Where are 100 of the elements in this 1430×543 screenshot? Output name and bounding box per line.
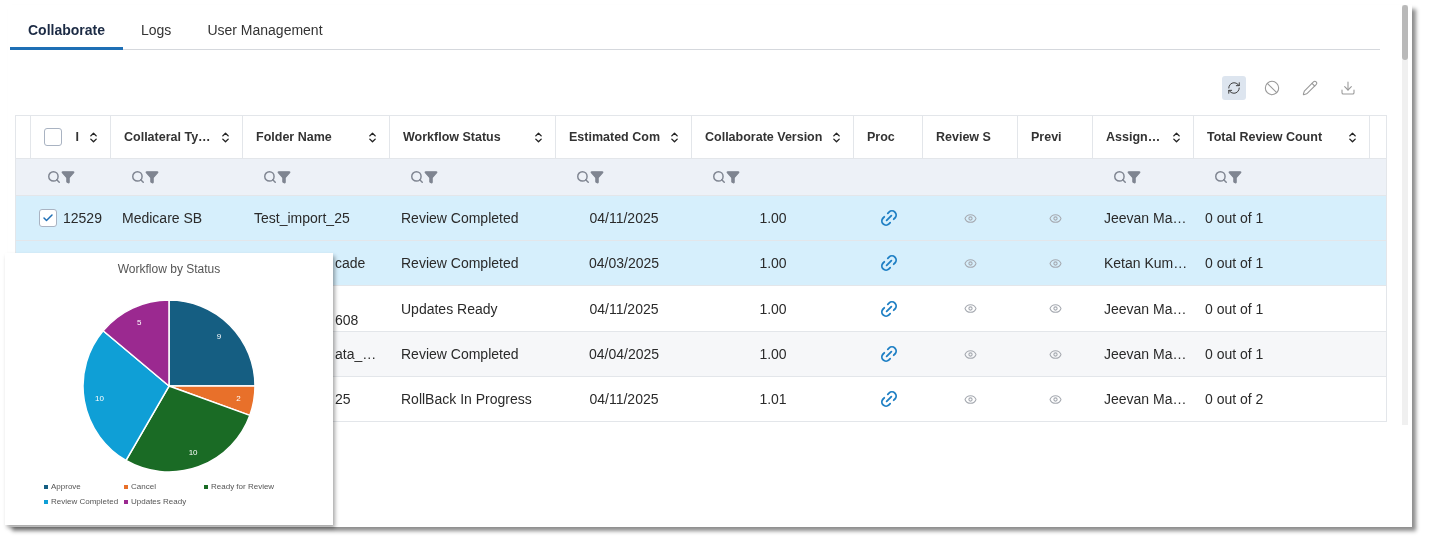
table-cell: Review Completed xyxy=(401,210,519,226)
tab[interactable]: User Management xyxy=(189,20,341,50)
table-cell: Ketan Kum… xyxy=(1104,255,1188,271)
legend-item: Approve xyxy=(44,482,124,491)
filter-icon[interactable] xyxy=(61,170,75,184)
sort-icon[interactable] xyxy=(1170,130,1183,144)
table-cell: 04/04/2025 xyxy=(588,346,660,362)
table-cell: cade xyxy=(335,255,366,271)
eye-icon[interactable] xyxy=(964,211,977,225)
search-icon[interactable] xyxy=(712,170,726,184)
filter-icon[interactable] xyxy=(145,170,159,184)
table-cell: Review Completed xyxy=(401,346,519,362)
table-cell: Jeevan Ma… xyxy=(1104,346,1187,362)
table-cell: Updates Ready xyxy=(401,300,498,317)
table-cell: Jeevan Ma… xyxy=(1104,300,1187,317)
table-cell: 1.01 xyxy=(759,391,787,407)
table-cell: 0 out of 1 xyxy=(1205,210,1264,226)
table-cell: Jeevan Ma… xyxy=(1104,391,1187,407)
sort-icon[interactable] xyxy=(532,130,545,144)
table-cell: 04/11/2025 xyxy=(589,210,659,226)
pencil-icon xyxy=(1302,80,1318,96)
filter-icon[interactable] xyxy=(726,170,740,184)
eye-icon[interactable] xyxy=(1049,211,1062,225)
table-cell: 04/03/2025 xyxy=(588,255,660,271)
sort-icon[interactable] xyxy=(219,130,232,144)
search-icon[interactable] xyxy=(1214,170,1228,184)
column-header: Estimated Com xyxy=(569,130,660,144)
scrollbar[interactable] xyxy=(1402,5,1408,425)
eye-icon[interactable] xyxy=(964,347,977,361)
refresh-icon xyxy=(1227,81,1241,95)
tab[interactable]: Logs xyxy=(123,20,190,50)
table-cell: 0 out of 1 xyxy=(1205,255,1264,271)
filter-icon[interactable] xyxy=(1127,170,1141,184)
eye-icon[interactable] xyxy=(964,392,977,406)
sort-icon[interactable] xyxy=(830,130,843,144)
cancel-icon xyxy=(1264,80,1280,96)
table-cell: 608 xyxy=(335,312,359,328)
column-header: Collateral Ty… xyxy=(124,130,211,144)
refresh-button[interactable] xyxy=(1222,76,1246,100)
table-cell: 1.00 xyxy=(759,255,787,271)
filter-icon[interactable] xyxy=(1228,170,1242,184)
sort-icon[interactable] xyxy=(366,130,379,144)
table-cell: ata_… xyxy=(335,346,377,362)
search-icon[interactable] xyxy=(263,170,277,184)
slice-label: 5 xyxy=(136,318,142,328)
table-cell: Medicare SB xyxy=(122,210,203,226)
table-cell: 12529 xyxy=(63,210,102,226)
table-cell: 04/11/2025 xyxy=(589,391,659,407)
legend-item: Ready for Review xyxy=(204,482,294,491)
slice-label: 9 xyxy=(216,332,222,342)
sort-icon[interactable] xyxy=(1346,130,1359,144)
sort-icon[interactable] xyxy=(87,130,100,144)
search-icon[interactable] xyxy=(131,170,145,184)
table-cell: RollBack In Progress xyxy=(401,391,532,407)
column-header: Assign… xyxy=(1106,130,1161,144)
eye-icon[interactable] xyxy=(1049,256,1062,270)
column-header: Workflow Status xyxy=(403,130,501,144)
column-header: Total Review Count xyxy=(1207,130,1323,144)
table-cell: 1.00 xyxy=(759,300,787,317)
column-header: Review S xyxy=(936,130,991,144)
legend-item: Updates Ready xyxy=(124,497,204,506)
table-cell: 04/11/2025 xyxy=(589,300,659,317)
legend-item: Review Completed xyxy=(44,497,124,506)
table-cell: Test_import_25 xyxy=(254,210,350,226)
eye-icon[interactable] xyxy=(1049,347,1062,361)
table-cell: 0 out of 2 xyxy=(1205,391,1264,407)
filter-icon[interactable] xyxy=(424,170,438,184)
table-cell: 1.00 xyxy=(759,346,787,362)
table-cell: Review Completed xyxy=(401,255,519,271)
row-checkbox[interactable] xyxy=(39,209,57,227)
eye-icon[interactable] xyxy=(964,302,977,315)
column-header: Collaborate Version xyxy=(705,130,823,144)
table-cell: Jeevan Ma… xyxy=(1104,210,1187,226)
search-icon[interactable] xyxy=(1113,170,1127,184)
table-cell: 0 out of 1 xyxy=(1205,346,1264,362)
sort-icon[interactable] xyxy=(668,130,681,144)
slice-label: 10 xyxy=(188,448,198,458)
legend-item: Cancel xyxy=(124,482,204,491)
column-header: Previ xyxy=(1031,130,1062,144)
tab[interactable]: Collaborate xyxy=(10,20,123,50)
search-icon[interactable] xyxy=(47,170,61,184)
check-icon xyxy=(42,212,54,224)
column-header: Proc xyxy=(867,130,895,144)
column-header: I xyxy=(75,130,79,144)
eye-icon[interactable] xyxy=(1049,302,1062,315)
chart-title: Workflow by Status xyxy=(117,262,221,276)
select-all-checkbox[interactable] xyxy=(44,128,62,146)
filter-icon[interactable] xyxy=(590,170,604,184)
slice-label: 10 xyxy=(95,394,104,404)
slice-label: 2 xyxy=(236,394,241,404)
filter-icon[interactable] xyxy=(277,170,291,184)
table-cell: 0 out of 1 xyxy=(1205,300,1264,317)
search-icon[interactable] xyxy=(410,170,424,184)
table-cell: 1.00 xyxy=(759,210,787,226)
column-header: Folder Name xyxy=(256,130,332,144)
search-icon[interactable] xyxy=(576,170,590,184)
eye-icon[interactable] xyxy=(1049,392,1062,406)
eye-icon[interactable] xyxy=(964,256,977,270)
table-cell: 25 xyxy=(335,391,351,407)
download-icon xyxy=(1340,80,1356,96)
